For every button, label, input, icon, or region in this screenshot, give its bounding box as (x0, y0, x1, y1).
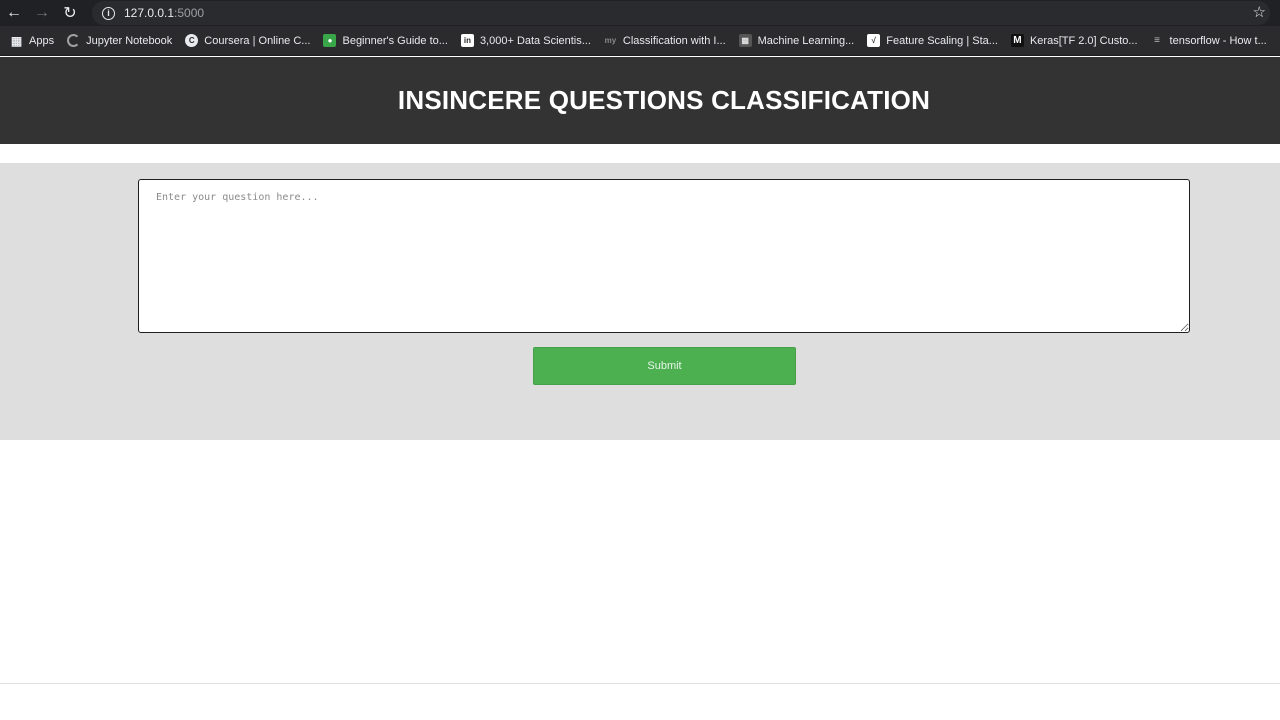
bookmark-label: Beginner's Guide to... (342, 34, 448, 47)
url-text: 127.0.0.1:5000 (124, 6, 204, 20)
page-title: INSINCERE QUESTIONS CLASSIFICATION (397, 85, 931, 115)
bookmark-label: Classification with I... (622, 34, 726, 47)
apps-grid-icon: ▦ (10, 33, 23, 48)
feature-scaling-icon: √ (867, 34, 881, 47)
page-content: INSINCERE QUESTIONS CLASSIFICATION Submi… (0, 57, 1280, 720)
bookmarks-bar: ▦ Apps Jupyter Notebook C Coursera | Onlin… (0, 26, 1280, 56)
bookmark-classification[interactable]: my Classification with I... (604, 34, 726, 47)
bookmark-star-icon[interactable]: ☆ (1253, 3, 1266, 21)
coursera-icon: C (185, 34, 199, 47)
bookmark-label: Jupyter Notebook (86, 34, 173, 47)
bookmark-label: Machine Learning... (757, 34, 855, 47)
bookmark-tensorflow[interactable]: ≡ tensorflow - How t... (1151, 34, 1267, 47)
question-input[interactable] (138, 179, 1190, 333)
bookmark-label: tensorflow - How t... (1169, 34, 1267, 47)
bookmark-apps[interactable]: ▦ Apps (10, 33, 55, 48)
bookmark-label: 3,000+ Data Scientis... (479, 34, 591, 47)
bookmark-label: Keras[TF 2.0] Custo... (1029, 34, 1138, 47)
info-icon[interactable]: i (102, 6, 115, 20)
question-form: Submit (0, 163, 1280, 440)
address-bar[interactable]: i 127.0.0.1:5000 (92, 1, 1270, 25)
medium-icon: M (1010, 34, 1024, 47)
bookmark-beginners-guide[interactable]: ● Beginner's Guide to... (323, 34, 448, 47)
bookmark-coursera[interactable]: C Coursera | Online C... (185, 34, 310, 47)
beginners-guide-icon: ● (323, 34, 337, 47)
jupyter-icon (67, 34, 81, 47)
page-header: INSINCERE QUESTIONS CLASSIFICATION (0, 57, 1280, 144)
bookmark-machine-learning[interactable]: ▩ Machine Learning... (738, 34, 855, 47)
back-arrow-icon[interactable]: ← (0, 0, 28, 26)
submit-button[interactable]: Submit (533, 347, 796, 385)
machine-learning-icon: ▩ (738, 34, 752, 47)
stackoverflow-icon: ≡ (1154, 35, 1160, 46)
url-host: 127.0.0.1 (124, 6, 175, 20)
url-port: :5000 (174, 6, 205, 20)
bookmark-label: Coursera | Online C... (204, 34, 311, 47)
bookmark-jupyter[interactable]: Jupyter Notebook (67, 34, 172, 47)
reload-icon[interactable]: ↻ (56, 0, 84, 26)
bookmark-label: Feature Scaling | Sta... (886, 34, 998, 47)
forward-arrow-icon[interactable]: → (28, 0, 56, 26)
linkedin-icon: in (460, 34, 474, 47)
footer-divider (0, 683, 1280, 684)
bookmark-feature-scaling[interactable]: √ Feature Scaling | Sta... (867, 34, 998, 47)
my-icon: my (604, 36, 617, 45)
bookmark-data-scientists[interactable]: in 3,000+ Data Scientis... (460, 34, 591, 47)
bookmark-label: Apps (29, 34, 55, 47)
browser-toolbar: ← → ↻ i 127.0.0.1:5000 ☆ (0, 0, 1280, 26)
bookmark-keras[interactable]: M Keras[TF 2.0] Custo... (1010, 34, 1138, 47)
